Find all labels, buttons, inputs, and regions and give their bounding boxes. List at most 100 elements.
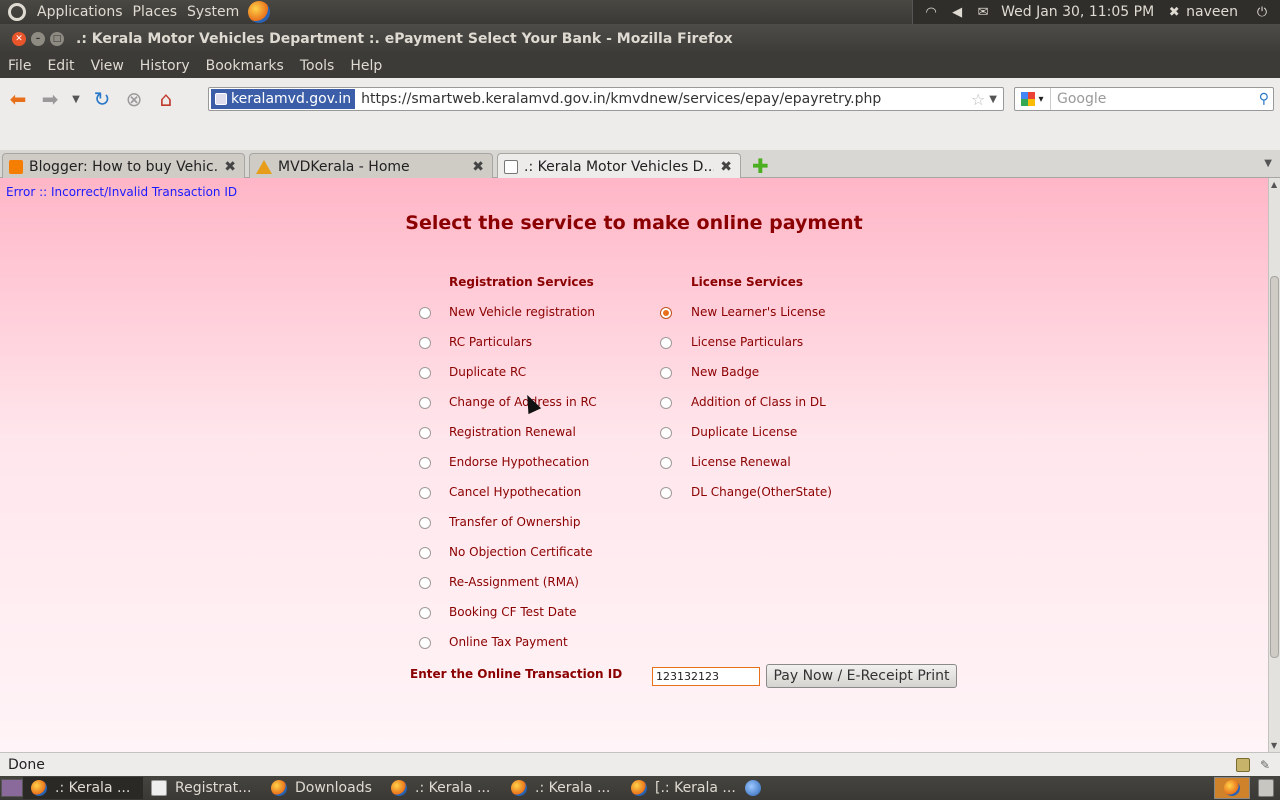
radio-button[interactable] [660,427,672,439]
menu-view[interactable]: View [83,58,132,74]
show-desktop-icon[interactable] [1,779,23,797]
clock[interactable]: Wed Jan 30, 11:05 PM [1001,4,1154,20]
option-label[interactable]: Duplicate RC [449,365,526,379]
url-bar[interactable]: keralamvd.gov.in https://smartweb.kerala… [208,87,1004,111]
user-name[interactable]: naveen [1186,4,1238,20]
close-tab-icon[interactable]: ✖ [472,159,484,175]
radio-button[interactable] [419,487,431,499]
minimize-window-icon[interactable]: – [31,32,45,46]
radio-button[interactable] [660,337,672,349]
globe-icon[interactable] [745,780,761,796]
maximize-window-icon[interactable]: □ [50,32,64,46]
radio-button[interactable] [419,607,431,619]
vertical-scrollbar[interactable]: ▲ ▼ [1268,178,1280,752]
system-menu[interactable]: System [182,4,244,20]
radio-button[interactable] [419,307,431,319]
site-identity-button[interactable]: keralamvd.gov.in [211,89,356,109]
close-tab-icon[interactable]: ✖ [224,159,236,175]
option-label[interactable]: Transfer of Ownership [449,515,580,529]
menu-tools[interactable]: Tools [292,58,343,74]
option-label[interactable]: Addition of Class in DL [691,395,826,409]
radio-button[interactable] [419,397,431,409]
url-text[interactable]: https://smartweb.keralamvd.gov.in/kmvdne… [361,91,881,107]
back-arrow-icon[interactable]: ⬅ [4,85,32,113]
tab-blogger[interactable]: Blogger: How to buy Vehic... ✖ [2,153,245,179]
tab-mvdkerala[interactable]: MVDKerala - Home ✖ [249,153,493,179]
option-label[interactable]: RC Particulars [449,335,532,349]
addon-icon[interactable]: ✎ [1260,758,1274,772]
places-menu[interactable]: Places [128,4,183,20]
option-label[interactable]: Online Tax Payment [449,635,568,649]
radio-button[interactable] [660,397,672,409]
search-icon[interactable]: ⚲ [1259,91,1269,107]
wifi-icon[interactable]: ◠ [923,5,939,20]
radio-button[interactable] [419,337,431,349]
forward-arrow-icon[interactable]: ➡ [36,85,64,113]
menu-history[interactable]: History [132,58,198,74]
tab-kerala-mvd[interactable]: .: Kerala Motor Vehicles D... ✖ [497,153,741,180]
option-label[interactable]: Endorse Hypothecation [449,455,589,469]
radio-button[interactable] [660,487,672,499]
workspace-switcher[interactable] [1214,777,1250,799]
option-label[interactable]: New Learner's License [691,305,825,319]
taskbar-item[interactable]: .: Kerala ... [503,777,623,799]
search-bar[interactable]: ▾ Google ⚲ [1014,87,1274,111]
radio-button[interactable] [419,517,431,529]
window-titlebar[interactable]: ✕ – □ .: Kerala Motor Vehicles Departmen… [0,24,1280,54]
volume-icon[interactable]: ◀ [949,5,965,20]
radio-button[interactable] [660,457,672,469]
taskbar-item[interactable]: .: Kerala ... [23,777,143,799]
option-label[interactable]: Registration Renewal [449,425,576,439]
option-label[interactable]: New Vehicle registration [449,305,595,319]
pay-now-button[interactable]: Pay Now / E-Receipt Print [766,664,957,688]
scrollbar-thumb[interactable] [1270,276,1279,658]
close-window-icon[interactable]: ✕ [12,32,26,46]
option-label[interactable]: DL Change(OtherState) [691,485,832,499]
tab-list-icon[interactable]: ▼ [1264,158,1272,169]
scroll-down-icon[interactable]: ▼ [1271,741,1277,750]
taskbar-item[interactable]: Downloads [263,777,383,799]
ubuntu-logo-icon[interactable] [8,3,26,21]
menu-bookmarks[interactable]: Bookmarks [198,58,292,74]
option-label[interactable]: Booking CF Test Date [449,605,576,619]
radio-button[interactable] [419,457,431,469]
lock-icon[interactable] [1236,757,1250,772]
transaction-id-input[interactable] [652,667,760,686]
radio-button[interactable] [419,367,431,379]
option-label[interactable]: License Particulars [691,335,803,349]
taskbar-item[interactable]: [.: Kerala ... [623,777,743,799]
radio-button[interactable] [419,577,431,589]
radio-button[interactable] [419,547,431,559]
menu-help[interactable]: Help [342,58,390,74]
option-label[interactable]: New Badge [691,365,759,379]
stop-icon[interactable]: ⊗ [120,85,148,113]
option-label[interactable]: License Renewal [691,455,791,469]
taskbar-item[interactable]: Registrat... [143,777,263,799]
reload-icon[interactable]: ↻ [88,85,116,113]
scroll-up-icon[interactable]: ▲ [1271,180,1277,189]
search-engine-selector[interactable]: ▾ [1015,88,1051,110]
radio-button[interactable] [419,637,431,649]
url-dropdown-icon[interactable]: ▼ [989,94,997,105]
option-label[interactable]: Re-Assignment (RMA) [449,575,579,589]
bookmark-star-icon[interactable]: ☆ [971,90,985,109]
history-dropdown-icon[interactable]: ▼ [68,85,84,113]
menu-edit[interactable]: Edit [39,58,82,74]
radio-button[interactable] [660,367,672,379]
option-label[interactable]: No Objection Certificate [449,545,593,559]
taskbar-item[interactable]: .: Kerala ... [383,777,503,799]
radio-button[interactable] [660,307,672,319]
power-icon[interactable]: ⏻ [1254,5,1270,20]
new-tab-icon[interactable]: ✚ [752,154,769,178]
firefox-launcher-icon[interactable] [248,1,271,23]
home-icon[interactable]: ⌂ [152,85,180,113]
trash-icon[interactable] [1258,779,1274,797]
search-input[interactable]: Google [1057,91,1106,107]
close-tab-icon[interactable]: ✖ [720,159,732,175]
option-label[interactable]: Cancel Hypothecation [449,485,581,499]
radio-button[interactable] [419,427,431,439]
option-label[interactable]: Duplicate License [691,425,797,439]
applications-menu[interactable]: Applications [32,4,128,20]
mail-icon[interactable]: ✉ [975,5,991,20]
menu-file[interactable]: File [0,58,39,74]
